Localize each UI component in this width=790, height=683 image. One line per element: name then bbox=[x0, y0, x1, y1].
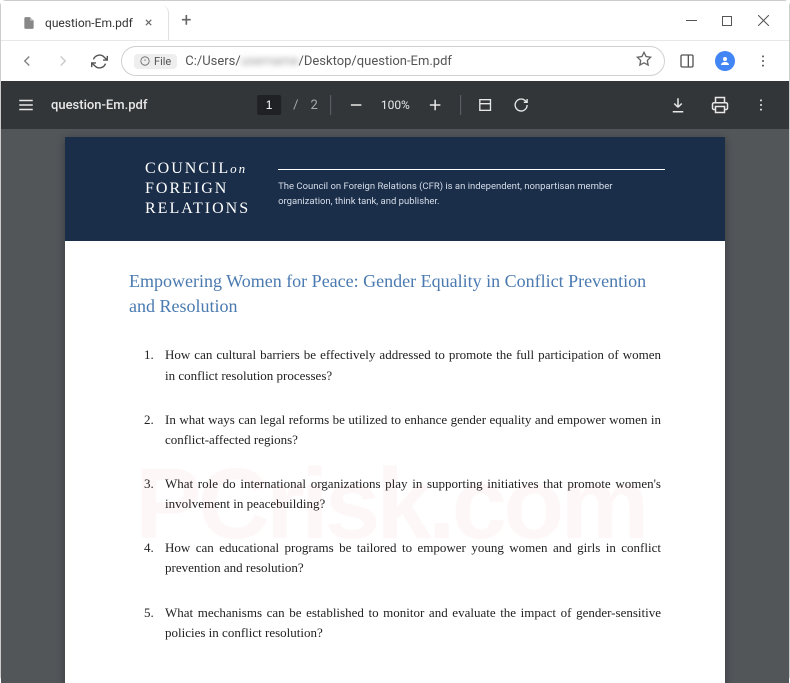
document-header: COUNCILon FOREIGN RELATIONS The Council … bbox=[65, 137, 725, 241]
bookmark-star-icon[interactable] bbox=[636, 51, 652, 71]
close-tab-icon[interactable]: × bbox=[141, 15, 156, 31]
cfr-logo: COUNCILon FOREIGN RELATIONS bbox=[145, 159, 250, 219]
pdf-file-icon bbox=[21, 15, 37, 31]
rotate-icon[interactable] bbox=[509, 93, 533, 117]
url-path: C:/Users/username/Desktop/question-Em.pd… bbox=[185, 54, 452, 69]
minimize-icon[interactable] bbox=[677, 7, 705, 35]
fit-page-icon[interactable] bbox=[473, 93, 497, 117]
document-title: Empowering Women for Peace: Gender Equal… bbox=[129, 269, 661, 319]
window-titlebar: question-Em.pdf × + bbox=[1, 1, 789, 41]
back-icon[interactable] bbox=[13, 47, 41, 75]
maximize-icon[interactable] bbox=[713, 7, 741, 35]
page-separator: / bbox=[293, 98, 298, 113]
pdf-page: PCrisk.com COUNCILon FOREIGN RELATIONS T… bbox=[65, 137, 725, 683]
list-item: In what ways can legal reforms be utiliz… bbox=[157, 410, 661, 450]
pdf-viewport[interactable]: PCrisk.com COUNCILon FOREIGN RELATIONS T… bbox=[1, 129, 789, 683]
forward-icon bbox=[49, 47, 77, 75]
header-description: The Council on Foreign Relations (CFR) i… bbox=[278, 169, 665, 209]
file-chip-label: File bbox=[154, 55, 171, 68]
window-controls bbox=[677, 7, 789, 35]
file-chip: File bbox=[134, 54, 177, 69]
page-number-input[interactable] bbox=[257, 95, 281, 115]
document-body: Empowering Women for Peace: Gender Equal… bbox=[65, 241, 725, 683]
download-icon[interactable] bbox=[665, 92, 691, 118]
reload-icon[interactable] bbox=[85, 47, 113, 75]
list-item: How can cultural barriers be effectively… bbox=[157, 345, 661, 385]
new-tab-button[interactable]: + bbox=[169, 10, 203, 31]
toolbar-divider bbox=[460, 95, 461, 115]
address-bar-row: File C:/Users/username/Desktop/question-… bbox=[1, 41, 789, 81]
kebab-menu-icon[interactable] bbox=[749, 47, 777, 75]
pdf-toolbar-right bbox=[665, 92, 773, 118]
zoom-value: 100% bbox=[381, 98, 410, 112]
zoom-out-icon[interactable] bbox=[343, 92, 369, 118]
list-item: How can educational programs be tailored… bbox=[157, 538, 661, 578]
question-list: How can cultural barriers be effectively… bbox=[129, 345, 661, 642]
side-panel-icon[interactable] bbox=[673, 47, 701, 75]
list-item: What mechanisms can be established to mo… bbox=[157, 603, 661, 643]
tab-title: question-Em.pdf bbox=[45, 16, 133, 30]
pdf-toolbar: question-Em.pdf / 2 100% bbox=[1, 81, 789, 129]
close-window-icon[interactable] bbox=[749, 7, 777, 35]
profile-icon[interactable] bbox=[711, 47, 739, 75]
print-icon[interactable] bbox=[707, 92, 733, 118]
pdf-toolbar-center: / 2 100% bbox=[257, 92, 533, 118]
zoom-in-icon[interactable] bbox=[422, 92, 448, 118]
page-total: 2 bbox=[311, 98, 318, 113]
pdf-filename: question-Em.pdf bbox=[51, 98, 147, 113]
address-bar[interactable]: File C:/Users/username/Desktop/question-… bbox=[121, 46, 665, 76]
toolbar-divider bbox=[330, 95, 331, 115]
more-options-icon[interactable] bbox=[749, 93, 773, 117]
hamburger-menu-icon[interactable] bbox=[17, 96, 35, 114]
browser-tab[interactable]: question-Em.pdf × bbox=[9, 5, 169, 41]
list-item: What role do international organizations… bbox=[157, 474, 661, 514]
